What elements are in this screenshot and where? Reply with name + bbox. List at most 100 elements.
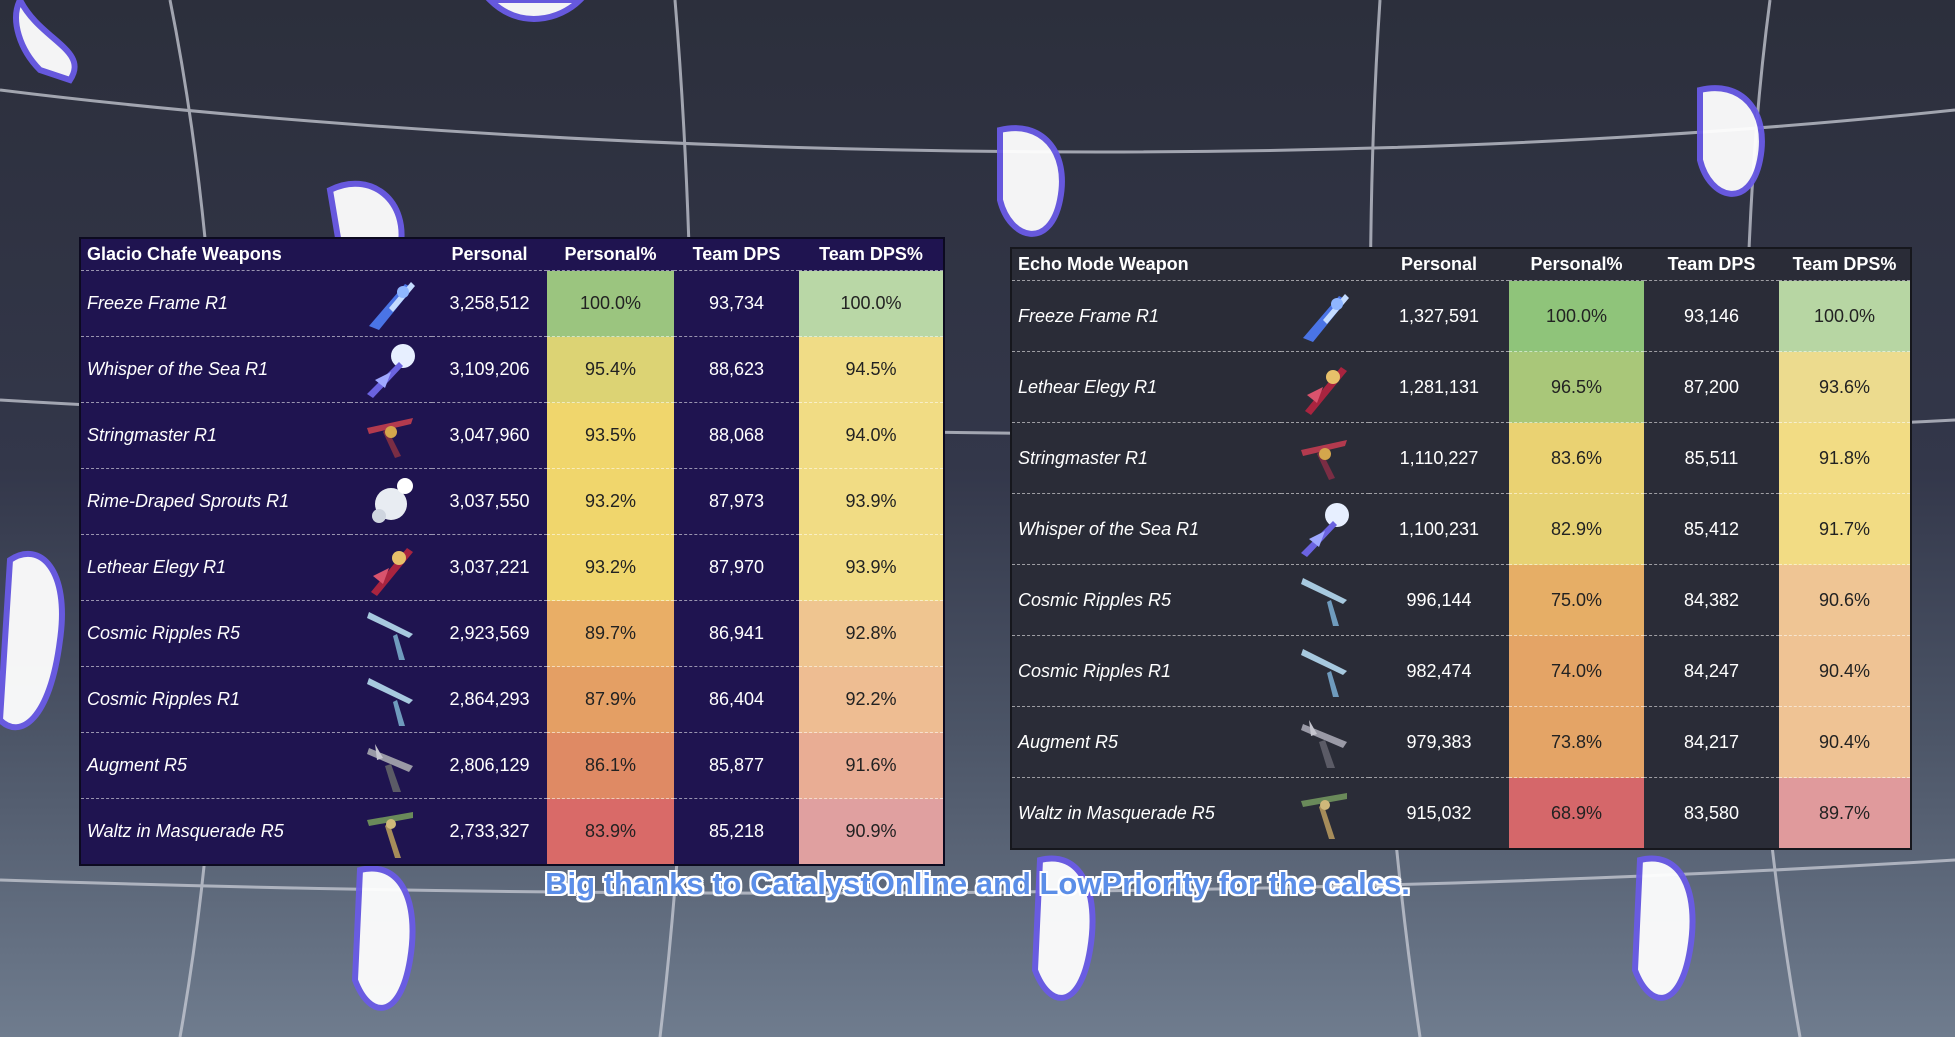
- weapon-name: Waltz in Masquerade R5: [80, 798, 350, 865]
- table-row: Lethear Elegy R1 3,037,221 93.2% 87,970 93.9…: [80, 534, 944, 601]
- augment-icon: [350, 736, 432, 796]
- personal-pct: 93.2%: [547, 534, 674, 601]
- weapon-icon-cell: [1281, 351, 1369, 423]
- header-team-dps: Team DPS: [1667, 254, 1756, 274]
- header-team-dps: Team DPS: [692, 244, 781, 264]
- personal-pct: 93.2%: [547, 468, 674, 535]
- weapon-icon-cell: [350, 534, 432, 601]
- table-row: Freeze Frame R1 3,258,512 100.0% 93,734 100.…: [80, 270, 944, 337]
- team-dps-value: 85,412: [1644, 493, 1779, 565]
- weapon-icon-cell: [350, 336, 432, 403]
- team-dps-value: 84,382: [1644, 564, 1779, 636]
- table-row: Cosmic Ripples R5 996,144 75.0% 84,382 90.6%: [1011, 564, 1911, 636]
- team-dps-pct: 100.0%: [1779, 280, 1911, 352]
- cosmic-ripples-icon: [1281, 570, 1369, 630]
- team-dps-pct: 89.7%: [1779, 777, 1911, 849]
- whisper-of-the-sea-icon: [1281, 499, 1369, 559]
- team-dps-value: 88,623: [674, 336, 799, 403]
- cosmic-ripples-icon: [350, 670, 432, 730]
- glacio-chafe-weapons-table: Glacio Chafe Weapons Personal Personal% …: [79, 237, 945, 866]
- table-row: Stringmaster R1 1,110,227 83.6% 85,511 91.8%: [1011, 422, 1911, 494]
- team-dps-pct: 90.4%: [1779, 635, 1911, 707]
- personal-value: 3,109,206: [432, 336, 547, 403]
- header-weapon: Glacio Chafe Weapons: [87, 244, 282, 264]
- personal-value: 1,281,131: [1369, 351, 1509, 423]
- personal-value: 1,100,231: [1369, 493, 1509, 565]
- stringmaster-icon: [350, 406, 432, 466]
- team-dps-pct: 93.6%: [1779, 351, 1911, 423]
- team-dps-value: 84,217: [1644, 706, 1779, 778]
- personal-value: 1,327,591: [1369, 280, 1509, 352]
- weapon-name: Augment R5: [80, 732, 350, 799]
- personal-value: 2,806,129: [432, 732, 547, 799]
- team-dps-value: 93,734: [674, 270, 799, 337]
- rime-draped-sprouts-icon: [350, 472, 432, 532]
- weapon-name: Stringmaster R1: [1011, 422, 1281, 494]
- personal-pct: 86.1%: [547, 732, 674, 799]
- personal-value: 3,037,221: [432, 534, 547, 601]
- personal-value: 2,733,327: [432, 798, 547, 865]
- weapon-icon-cell: [350, 666, 432, 733]
- team-dps-pct: 93.9%: [799, 534, 944, 601]
- whisper-of-the-sea-icon: [350, 340, 432, 400]
- table-row: Augment R5 2,806,129 86.1% 85,877 91.6%: [80, 732, 944, 799]
- personal-value: 1,110,227: [1369, 422, 1509, 494]
- weapon-name: Freeze Frame R1: [1011, 280, 1281, 352]
- team-dps-pct: 90.9%: [799, 798, 944, 865]
- team-dps-pct: 100.0%: [799, 270, 944, 337]
- team-dps-pct: 94.0%: [799, 402, 944, 469]
- weapon-icon-cell: [350, 600, 432, 667]
- personal-pct: 89.7%: [547, 600, 674, 667]
- table-row: Augment R5 979,383 73.8% 84,217 90.4%: [1011, 706, 1911, 778]
- team-dps-pct: 93.9%: [799, 468, 944, 535]
- lethear-elegy-icon: [1281, 357, 1369, 417]
- personal-value: 3,037,550: [432, 468, 547, 535]
- weapon-name: Freeze Frame R1: [80, 270, 350, 337]
- header-weapon: Echo Mode Weapon: [1018, 254, 1189, 274]
- team-dps-value: 85,877: [674, 732, 799, 799]
- team-dps-value: 84,247: [1644, 635, 1779, 707]
- team-dps-value: 87,200: [1644, 351, 1779, 423]
- weapon-name: Cosmic Ripples R5: [80, 600, 350, 667]
- table-row: Freeze Frame R1 1,327,591 100.0% 93,146 100.…: [1011, 280, 1911, 352]
- header-team-dps-pct: Team DPS%: [1792, 254, 1897, 274]
- weapon-name: Cosmic Ripples R1: [1011, 635, 1281, 707]
- team-dps-pct: 91.7%: [1779, 493, 1911, 565]
- credits-caption: Big thanks to CatalystOnline and LowPrio…: [545, 866, 1410, 901]
- personal-value: 3,047,960: [432, 402, 547, 469]
- team-dps-value: 85,218: [674, 798, 799, 865]
- team-dps-pct: 92.2%: [799, 666, 944, 733]
- weapon-icon-cell: [1281, 777, 1369, 849]
- weapon-icon-cell: [1281, 280, 1369, 352]
- weapon-icon-cell: [350, 468, 432, 535]
- personal-pct: 95.4%: [547, 336, 674, 403]
- team-dps-pct: 92.8%: [799, 600, 944, 667]
- waltz-in-masquerade-icon: [350, 802, 432, 862]
- weapon-icon-cell: [1281, 493, 1369, 565]
- table-row: Cosmic Ripples R5 2,923,569 89.7% 86,941 92.…: [80, 600, 944, 667]
- personal-value: 982,474: [1369, 635, 1509, 707]
- weapon-icon-cell: [1281, 422, 1369, 494]
- header-personal-pct: Personal%: [1530, 254, 1623, 274]
- team-dps-value: 93,146: [1644, 280, 1779, 352]
- table-row: Waltz in Masquerade R5 915,032 68.9% 83,580…: [1011, 777, 1911, 849]
- personal-value: 915,032: [1369, 777, 1509, 849]
- personal-pct: 100.0%: [1509, 280, 1644, 352]
- team-dps-pct: 91.6%: [799, 732, 944, 799]
- table-row: Rime-Draped Sprouts R1 3,037,550 93.2% 87,9…: [80, 468, 944, 535]
- personal-pct: 100.0%: [547, 270, 674, 337]
- stringmaster-icon: [1281, 428, 1369, 488]
- team-dps-value: 86,941: [674, 600, 799, 667]
- table-row: Lethear Elegy R1 1,281,131 96.5% 87,200 93.6…: [1011, 351, 1911, 423]
- weapon-name: Whisper of the Sea R1: [80, 336, 350, 403]
- weapon-icon-cell: [350, 270, 432, 337]
- table-row: Waltz in Masquerade R5 2,733,327 83.9% 85,2…: [80, 798, 944, 865]
- weapon-name: Waltz in Masquerade R5: [1011, 777, 1281, 849]
- personal-pct: 96.5%: [1509, 351, 1644, 423]
- header-personal-pct: Personal%: [564, 244, 657, 264]
- personal-pct: 73.8%: [1509, 706, 1644, 778]
- weapon-icon-cell: [1281, 564, 1369, 636]
- personal-value: 996,144: [1369, 564, 1509, 636]
- personal-pct: 82.9%: [1509, 493, 1644, 565]
- weapon-name: Lethear Elegy R1: [1011, 351, 1281, 423]
